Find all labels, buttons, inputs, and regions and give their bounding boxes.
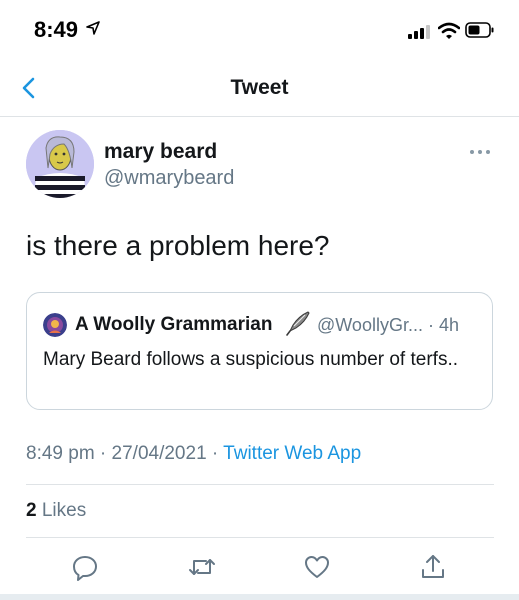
tweet-timestamp: 8:49 pm · 27/04/2021 ·	[26, 443, 224, 464]
reply-icon[interactable]	[71, 553, 99, 581]
more-icon[interactable]	[466, 144, 494, 160]
status-time: 8:49	[34, 17, 79, 42]
likes-count-row[interactable]: 2 Likes	[26, 500, 86, 522]
divider	[26, 537, 494, 538]
page-title: Tweet	[230, 76, 289, 99]
tweet-source-link[interactable]: Twitter Web App	[223, 443, 361, 464]
share-icon[interactable]	[419, 553, 447, 581]
avatar[interactable]	[26, 130, 94, 198]
location-arrow-icon	[86, 21, 100, 35]
status-bar: 8:49	[0, 0, 519, 60]
battery-icon	[465, 22, 494, 38]
retweet-icon[interactable]	[188, 553, 216, 581]
quoted-tweet-text: Mary Beard follows a suspicious number o…	[43, 349, 459, 370]
likes-label: Likes	[36, 500, 87, 521]
heart-icon[interactable]	[303, 553, 331, 581]
bottom-divider-strip	[0, 594, 519, 600]
quoted-display-name: A Woolly Grammarian	[75, 314, 273, 335]
tweet-text: is there a problem here?	[26, 230, 330, 261]
likes-count: 2	[26, 500, 37, 521]
author-handle[interactable]: @wmarybeard	[104, 167, 234, 190]
tweet-metadata: 8:49 pm · 27/04/2021 · Twitter Web App	[26, 443, 361, 465]
nav-bar: Tweet	[0, 60, 519, 117]
cellular-signal-icon	[408, 25, 430, 39]
quoted-handle-time: @WoollyGr... · 4h	[317, 315, 459, 335]
quoted-tweet-card[interactable]: A Woolly Grammarian @WoollyGr... · 4h Ma…	[26, 292, 493, 410]
author-display-name[interactable]: mary beard	[104, 140, 217, 164]
wifi-icon	[438, 22, 460, 39]
quoted-avatar	[43, 313, 67, 337]
divider	[26, 484, 494, 485]
fountain-pen-icon	[286, 311, 310, 336]
